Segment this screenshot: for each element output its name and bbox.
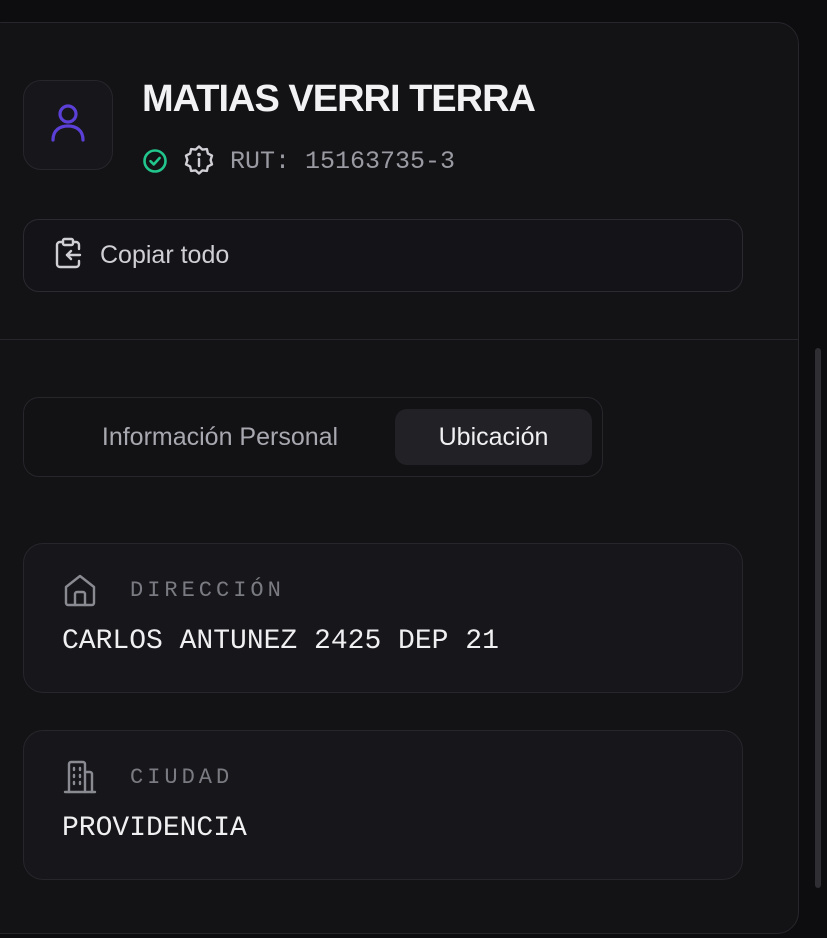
rut-text: RUT: 15163735-3 — [230, 146, 456, 176]
section-divider — [0, 339, 799, 340]
building-icon — [62, 759, 98, 800]
copy-all-label: Copiar todo — [100, 241, 230, 269]
avatar — [23, 80, 113, 170]
info-badge-icon[interactable] — [182, 144, 216, 178]
user-icon — [50, 102, 86, 149]
home-icon — [62, 572, 98, 613]
city-card: CIUDAD PROVIDENCIA — [23, 730, 743, 880]
address-label: DIRECCIÓN — [130, 578, 285, 603]
profile-name: MATIAS VERRI TERRA — [142, 78, 536, 120]
city-label: CIUDAD — [130, 765, 234, 790]
check-circle-icon — [142, 148, 168, 174]
city-value: PROVIDENCIA — [62, 813, 247, 844]
profile-meta: RUT: 15163735-3 — [142, 144, 455, 178]
tab-ubicacion[interactable]: Ubicación — [395, 409, 592, 465]
tab-informacion-personal[interactable]: Información Personal — [40, 409, 400, 465]
clipboard-copy-icon — [54, 237, 82, 274]
address-value: CARLOS ANTUNEZ 2425 DEP 21 — [62, 626, 499, 657]
tab-bar: Información Personal Ubicación — [23, 397, 603, 477]
vertical-scrollbar[interactable] — [815, 348, 821, 888]
address-card: DIRECCIÓN CARLOS ANTUNEZ 2425 DEP 21 — [23, 543, 743, 693]
copy-all-button[interactable]: Copiar todo — [23, 219, 743, 292]
